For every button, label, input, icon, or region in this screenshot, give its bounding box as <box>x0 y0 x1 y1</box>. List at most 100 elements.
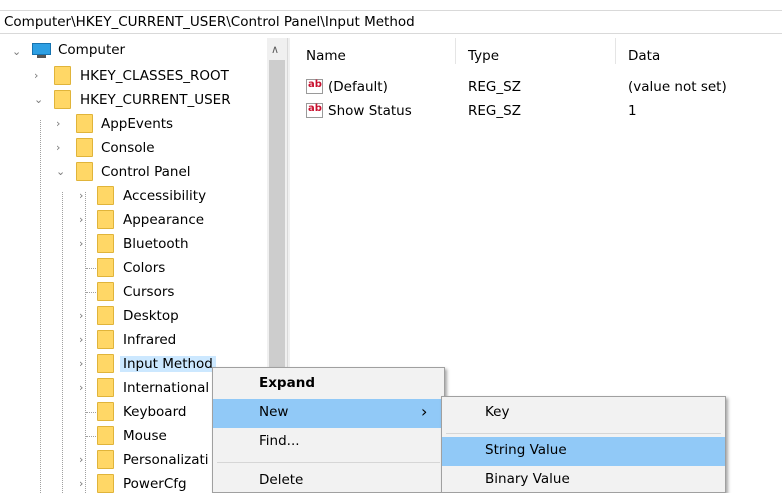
tree-item-cursors[interactable]: Cursors <box>0 280 267 304</box>
chevron-right-icon[interactable]: › <box>34 70 46 82</box>
menu-item-find[interactable]: Find... <box>213 428 444 457</box>
menu-item-label: Delete <box>259 472 304 488</box>
value-name: (Default) <box>328 79 388 95</box>
chevron-down-icon[interactable]: ⌄ <box>34 94 46 106</box>
tree-item-label: Bluetooth <box>123 236 189 252</box>
menu-item-label: Key <box>485 404 510 420</box>
menu-item-delete[interactable]: Delete <box>213 467 444 493</box>
chevron-right-icon[interactable]: › <box>79 382 91 394</box>
tree-item-label: Infrared <box>123 332 177 348</box>
chevron-right-icon[interactable]: › <box>79 310 91 322</box>
tree-item-label: International <box>123 380 210 396</box>
value-row[interactable]: ab (Default) REG_SZ (value not set) <box>294 76 782 98</box>
tree-item-label: Cursors <box>123 284 175 300</box>
tree-item-control-panel[interactable]: ⌄ Control Panel <box>0 160 267 184</box>
folder-icon <box>54 90 71 109</box>
column-header-label: Type <box>468 48 500 64</box>
tree-item-label: Colors <box>123 260 166 276</box>
menu-item-label: String Value <box>485 442 567 458</box>
value-type: REG_SZ <box>468 79 521 95</box>
tree-item-hkey-current-user[interactable]: ⌄ HKEY_CURRENT_USER <box>0 88 267 112</box>
folder-icon <box>97 378 114 397</box>
chevron-right-icon[interactable]: › <box>79 190 91 202</box>
folder-icon <box>97 258 114 277</box>
chevron-right-icon[interactable]: › <box>56 142 68 154</box>
tree-item-console[interactable]: › Console <box>0 136 267 160</box>
tree-item-label: HKEY_CLASSES_ROOT <box>80 68 229 84</box>
folder-icon <box>97 450 114 469</box>
column-header-label: Data <box>628 48 661 64</box>
menu-item-new-key[interactable]: Key <box>442 399 725 428</box>
value-row[interactable]: ab Show Status REG_SZ 1 <box>294 100 782 122</box>
tree-item-label: Computer <box>58 42 126 58</box>
value-type: REG_SZ <box>468 103 521 119</box>
computer-icon <box>32 43 51 58</box>
tree-item-hkey-classes-root[interactable]: › HKEY_CLASSES_ROOT <box>0 64 267 88</box>
column-header-data[interactable]: Data <box>616 38 782 64</box>
folder-icon <box>97 210 114 229</box>
tree-item-computer[interactable]: ⌄ Computer <box>0 40 267 64</box>
tree-item-accessibility[interactable]: › Accessibility <box>0 184 267 208</box>
chevron-right-icon[interactable]: › <box>79 478 91 490</box>
folder-icon <box>76 162 93 181</box>
tree-item-infrared[interactable]: › Infrared <box>0 328 267 352</box>
tree-item-label: Appearance <box>123 212 205 228</box>
tree-item-colors[interactable]: Colors <box>0 256 267 280</box>
tree-item-label: AppEvents <box>101 116 174 132</box>
folder-icon <box>97 426 114 445</box>
chevron-right-icon[interactable]: › <box>79 238 91 250</box>
menu-separator <box>446 433 721 434</box>
value-name: Show Status <box>328 103 412 119</box>
menu-separator <box>217 462 440 463</box>
menu-item-new[interactable]: New › <box>213 399 444 428</box>
folder-icon <box>97 282 114 301</box>
menu-item-label: Binary Value <box>485 471 570 487</box>
menu-item-new-binary-value[interactable]: Binary Value <box>442 466 725 493</box>
folder-icon <box>97 306 114 325</box>
column-header-type[interactable]: Type <box>456 38 616 64</box>
scroll-up-icon[interactable]: ∧ <box>271 43 279 56</box>
tree-item-label: Console <box>101 140 155 156</box>
chevron-right-icon[interactable]: › <box>79 214 91 226</box>
folder-icon <box>97 402 114 421</box>
folder-icon <box>97 186 114 205</box>
value-data: (value not set) <box>628 79 727 95</box>
chevron-down-icon[interactable]: ⌄ <box>56 166 68 178</box>
folder-icon <box>97 234 114 253</box>
folder-icon <box>54 66 71 85</box>
folder-icon <box>97 330 114 349</box>
chevron-down-icon[interactable]: ⌄ <box>12 46 24 58</box>
tree-item-label: Control Panel <box>101 164 191 180</box>
new-submenu: Key String Value Binary Value <box>441 396 726 493</box>
tree-item-label: Personalizati <box>123 452 209 468</box>
submenu-arrow-icon: › <box>421 402 428 421</box>
tree-item-label: Desktop <box>123 308 179 324</box>
menu-item-label: Find... <box>259 433 300 449</box>
chevron-right-icon[interactable]: › <box>56 118 68 130</box>
context-menu: Expand New › Find... Delete <box>212 367 445 493</box>
address-path: Computer\HKEY_CURRENT_USER\Control Panel… <box>4 14 415 30</box>
tree-item-label: Keyboard <box>123 404 187 420</box>
tree-item-label: Input Method <box>120 356 216 372</box>
folder-icon <box>76 114 93 133</box>
chevron-right-icon[interactable]: › <box>79 358 91 370</box>
string-value-icon: ab <box>306 103 323 118</box>
tree-item-desktop[interactable]: › Desktop <box>0 304 267 328</box>
menu-item-expand[interactable]: Expand <box>213 370 444 399</box>
menu-item-label: Expand <box>259 375 315 391</box>
tree-item-appearance[interactable]: › Appearance <box>0 208 267 232</box>
address-bar[interactable]: Computer\HKEY_CURRENT_USER\Control Panel… <box>0 10 782 34</box>
folder-icon <box>97 474 114 493</box>
chevron-right-icon[interactable]: › <box>79 454 91 466</box>
tree-item-label: Mouse <box>123 428 167 444</box>
folder-icon <box>76 138 93 157</box>
tree-item-label: PowerCfg <box>123 476 187 492</box>
chevron-right-icon[interactable]: › <box>79 334 91 346</box>
value-data: 1 <box>628 103 637 119</box>
tree-item-appevents[interactable]: › AppEvents <box>0 112 267 136</box>
column-header-name[interactable]: Name <box>294 38 456 64</box>
tree-item-bluetooth[interactable]: › Bluetooth <box>0 232 267 256</box>
menu-item-label: New <box>259 404 289 420</box>
menu-item-new-string-value[interactable]: String Value <box>442 437 725 466</box>
tree-item-label: HKEY_CURRENT_USER <box>80 92 231 108</box>
